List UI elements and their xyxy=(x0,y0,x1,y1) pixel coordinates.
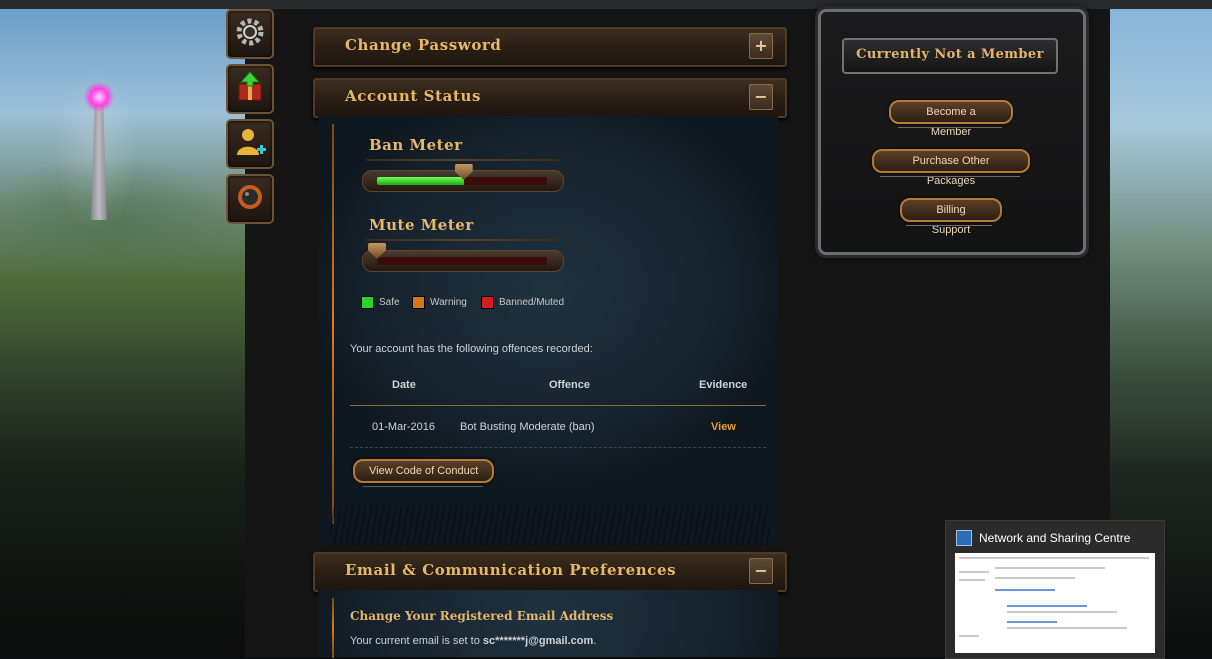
thumbnail-line xyxy=(959,571,989,573)
table-header-offence: Offence xyxy=(549,379,590,391)
legend-safe: Safe xyxy=(361,296,400,309)
offence-date: 01-Mar-2016 xyxy=(372,421,435,433)
combat-button[interactable] xyxy=(226,174,274,224)
account-status-title: Account Status xyxy=(345,87,482,105)
become-member-button[interactable]: Become a Member xyxy=(889,100,1013,138)
offences-intro-text: Your account has the following offences … xyxy=(350,343,593,355)
mute-meter-bar xyxy=(362,250,564,272)
table-row-divider xyxy=(350,447,766,449)
current-email-prefix: Your current email is set to xyxy=(350,635,483,647)
email-preferences-title: Email & Communication Preferences xyxy=(345,561,677,579)
background-landscape-left xyxy=(0,9,245,657)
current-email-value: sc*******j@gmail.com xyxy=(482,635,594,647)
mute-meter-underline xyxy=(366,239,560,241)
warning-swatch xyxy=(412,296,425,309)
magic-orb-illustration xyxy=(84,82,114,112)
network-icon xyxy=(956,530,972,546)
ban-meter-underline xyxy=(366,159,560,161)
account-status-header[interactable]: Account Status − xyxy=(313,78,787,118)
purchase-packages-button[interactable]: Purchase Other Packages xyxy=(872,149,1030,187)
change-password-title: Change Password xyxy=(345,36,502,54)
safe-swatch xyxy=(361,296,374,309)
thumbnail-line xyxy=(959,635,979,637)
view-evidence-link[interactable]: View xyxy=(711,421,736,433)
thumbnail-line xyxy=(1007,627,1127,629)
ban-meter-fill xyxy=(377,177,464,185)
taskbar-preview-title: Network and Sharing Centre xyxy=(979,531,1131,545)
legend-banned-label: Banned/Muted xyxy=(499,297,565,308)
gift-box-icon xyxy=(233,70,267,109)
view-code-of-conduct-button[interactable]: View Code of Conduct xyxy=(353,459,495,483)
window-thumbnail[interactable] xyxy=(955,553,1155,653)
billing-support-button[interactable]: Billing Support xyxy=(900,198,1002,236)
thumbnail-line xyxy=(959,579,985,581)
change-password-header[interactable]: Change Password + xyxy=(313,27,787,67)
table-header-evidence: Evidence xyxy=(699,379,748,391)
thumbnail-line xyxy=(995,567,1105,569)
table-header-divider xyxy=(350,405,766,406)
button-underline xyxy=(880,176,1020,177)
gear-icon xyxy=(233,15,267,54)
banned-swatch xyxy=(481,296,494,309)
current-email-suffix: . xyxy=(593,635,597,647)
legend-warning: Warning xyxy=(412,296,467,309)
membership-banner: Currently Not a Member xyxy=(842,38,1058,74)
offence-name: Bot Busting Moderate (ban) xyxy=(460,421,595,433)
button-underline xyxy=(363,486,483,487)
mute-meter-label: Mute Meter xyxy=(369,216,474,234)
panel-divider xyxy=(332,598,334,658)
thumbnail-link xyxy=(995,589,1055,591)
mute-meter-inner xyxy=(377,257,547,265)
collapse-toggle-button[interactable]: − xyxy=(749,84,773,110)
thumbnail-link xyxy=(1007,621,1057,623)
legend-banned: Banned/Muted xyxy=(481,296,564,309)
add-friend-button[interactable] xyxy=(226,119,274,169)
bomb-icon xyxy=(233,180,267,219)
add-friend-icon xyxy=(233,125,267,164)
thumbnail-link xyxy=(1007,605,1087,607)
button-underline xyxy=(906,225,992,226)
thumbnail-line xyxy=(959,557,1149,559)
taskbar-preview-popup[interactable]: Network and Sharing Centre xyxy=(945,520,1165,659)
table-header-date: Date xyxy=(392,379,416,391)
legend-warning-label: Warning xyxy=(430,297,467,308)
panel-divider xyxy=(332,124,334,524)
membership-title: Currently Not a Member xyxy=(856,47,1044,62)
ban-meter-label: Ban Meter xyxy=(369,136,463,154)
expand-toggle-button[interactable]: + xyxy=(749,33,773,59)
legend-safe-label: Safe xyxy=(379,297,400,308)
current-email-text: Your current email is set to sc*******j@… xyxy=(350,635,596,647)
change-email-subtitle: Change Your Registered Email Address xyxy=(350,609,614,623)
email-preferences-header[interactable]: Email & Communication Preferences − xyxy=(313,552,787,592)
button-underline xyxy=(898,127,1002,128)
settings-button[interactable] xyxy=(226,9,274,59)
thumbnail-line xyxy=(1007,611,1117,613)
collapse-toggle-button[interactable]: − xyxy=(749,558,773,584)
thumbnail-line xyxy=(995,577,1075,579)
panel-scratch-texture xyxy=(330,505,770,545)
gift-button[interactable] xyxy=(226,64,274,114)
